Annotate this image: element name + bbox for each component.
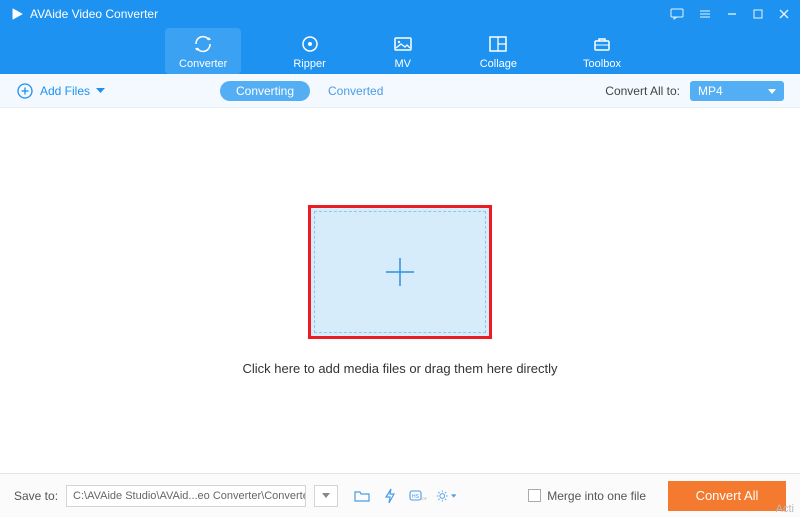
nav-label: MV [394,58,411,70]
minimize-icon[interactable] [726,8,738,20]
feedback-icon[interactable] [670,8,684,20]
close-icon[interactable] [778,8,790,20]
plus-circle-icon [16,82,34,100]
gear-icon [436,488,449,504]
drop-zone[interactable] [308,205,492,339]
format-select[interactable]: MP4 [690,81,784,101]
speed-icon: HSOFF [409,489,427,503]
plus-icon [383,255,417,289]
maximize-icon[interactable] [752,8,764,20]
svg-text:OFF: OFF [422,496,428,501]
nav-label: Collage [480,58,517,70]
converter-icon [192,34,214,54]
add-files-button[interactable]: Add Files [16,82,105,100]
nav-toolbox[interactable]: Toolbox [569,28,635,74]
chevron-down-icon [451,494,456,498]
convert-all-to-label: Convert All to: [605,84,680,98]
app-logo: AVAide Video Converter [10,7,158,21]
convert-all-button[interactable]: Convert All [668,481,786,511]
save-to-label: Save to: [14,489,58,503]
nav-label: Ripper [293,58,325,70]
chevron-down-icon [96,88,105,94]
chevron-down-icon [322,493,330,498]
nav-label: Converter [179,58,227,70]
main-nav: Converter Ripper MV Collage Toolbox [0,28,800,74]
merge-checkbox[interactable]: Merge into one file [528,489,646,503]
ripper-icon [299,34,321,54]
app-title: AVAide Video Converter [30,7,158,21]
titlebar-top: AVAide Video Converter [0,0,800,28]
nav-mv[interactable]: MV [378,28,428,74]
settings-button[interactable] [436,486,456,506]
mv-icon [392,34,414,54]
tab-converting[interactable]: Converting [220,81,310,101]
nav-converter[interactable]: Converter [165,28,241,74]
tab-converted[interactable]: Converted [328,84,383,98]
add-files-label: Add Files [40,84,90,98]
high-speed-button[interactable]: HSOFF [408,486,428,506]
sub-toolbar: Add Files Converting Converted Convert A… [0,74,800,108]
titlebar: AVAide Video Converter Converter Ripper [0,0,800,74]
collage-icon [487,34,509,54]
drop-text: Click here to add media files or drag th… [242,361,557,376]
folder-icon [354,489,370,503]
play-icon [10,7,24,21]
menu-icon[interactable] [698,8,712,20]
app-window: AVAide Video Converter Converter Ripper [0,0,800,517]
convert-all-to: Convert All to: MP4 [605,81,784,101]
toolbox-icon [591,34,613,54]
checkbox-icon [528,489,541,502]
footer-bar: Save to: C:\AVAide Studio\AVAid...eo Con… [0,473,800,517]
svg-text:HS: HS [412,494,420,500]
open-folder-button[interactable] [352,486,372,506]
format-value: MP4 [698,84,723,98]
gpu-accel-button[interactable] [380,486,400,506]
status-tabs: Converting Converted [220,81,383,101]
nav-ripper[interactable]: Ripper [279,28,339,74]
nav-collage[interactable]: Collage [466,28,531,74]
watermark-text: Acti [776,503,794,515]
window-controls [670,8,790,20]
merge-label: Merge into one file [547,489,646,503]
main-area: Click here to add media files or drag th… [0,108,800,473]
save-path-field[interactable]: C:\AVAide Studio\AVAid...eo Converter\Co… [66,485,306,507]
footer-tools: HSOFF [352,486,456,506]
lightning-icon [384,488,396,504]
save-path-dropdown[interactable] [314,485,338,507]
nav-label: Toolbox [583,58,621,70]
